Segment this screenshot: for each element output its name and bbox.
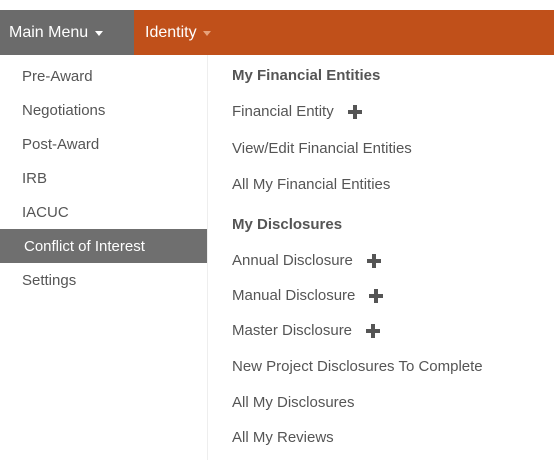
submenu-item-new-project-disclosures[interactable]: New Project Disclosures To Complete bbox=[232, 358, 483, 375]
plus-icon[interactable] bbox=[369, 288, 384, 303]
submenu-item-all-my-financial-entities[interactable]: All My Financial Entities bbox=[232, 176, 390, 193]
submenu-item-view-edit-financial-entities[interactable]: View/Edit Financial Entities bbox=[232, 140, 412, 157]
menu-item-label: IRB bbox=[22, 169, 48, 187]
plus-icon[interactable] bbox=[366, 323, 381, 338]
main-menu-label: Main Menu bbox=[9, 23, 89, 41]
submenu-item-all-my-disclosures[interactable]: All My Disclosures bbox=[232, 394, 355, 411]
submenu-item-financial-entity[interactable]: Financial Entity bbox=[232, 103, 362, 120]
submenu-item-annual-disclosure[interactable]: Annual Disclosure bbox=[232, 252, 381, 269]
chevron-down-icon bbox=[95, 31, 104, 36]
conflict-of-interest-submenu: My Financial Entities Financial Entity V… bbox=[208, 55, 554, 460]
identity-label: Identity bbox=[145, 23, 197, 41]
main-menu-dropdown: Pre-Award Negotiations Post-Award IRB IA… bbox=[0, 55, 207, 460]
submenu-item-label: Annual Disclosure bbox=[232, 252, 353, 269]
menu-item-label: Settings bbox=[22, 271, 77, 289]
submenu-item-label: Master Disclosure bbox=[232, 322, 353, 339]
submenu-item-all-my-reviews[interactable]: All My Reviews bbox=[232, 429, 334, 446]
plus-icon[interactable] bbox=[366, 253, 381, 268]
submenu-item-label: All My Reviews bbox=[232, 429, 334, 446]
submenu-item-label: Financial Entity bbox=[232, 103, 334, 120]
menu-item-negotiations[interactable]: Negotiations bbox=[0, 93, 207, 127]
menu-item-label: Post-Award bbox=[22, 135, 100, 153]
menu-item-label: Negotiations bbox=[22, 101, 106, 119]
submenu-item-label: Manual Disclosure bbox=[232, 287, 356, 304]
chevron-down-icon bbox=[202, 31, 211, 36]
menu-item-post-award[interactable]: Post-Award bbox=[0, 127, 207, 161]
menu-item-iacuc[interactable]: IACUC bbox=[0, 195, 207, 229]
menu-item-irb[interactable]: IRB bbox=[0, 161, 207, 195]
menu-item-conflict-of-interest[interactable]: Conflict of Interest bbox=[0, 229, 207, 263]
section-heading-financial-entities: My Financial Entities bbox=[232, 67, 381, 84]
submenu-item-manual-disclosure[interactable]: Manual Disclosure bbox=[232, 287, 384, 304]
menu-item-settings[interactable]: Settings bbox=[0, 263, 207, 297]
section-heading-disclosures: My Disclosures bbox=[232, 216, 343, 233]
menu-item-label: Pre-Award bbox=[22, 67, 93, 85]
submenu-item-master-disclosure[interactable]: Master Disclosure bbox=[232, 322, 381, 339]
submenu-item-label: New Project Disclosures To Complete bbox=[232, 358, 483, 375]
top-nav-bar: Main Menu Identity bbox=[0, 10, 554, 55]
menu-item-label: Conflict of Interest bbox=[24, 237, 145, 255]
plus-icon[interactable] bbox=[347, 104, 362, 119]
identity-button[interactable]: Identity bbox=[134, 10, 211, 55]
submenu-item-label: All My Financial Entities bbox=[232, 176, 391, 193]
submenu-item-label: View/Edit Financial Entities bbox=[232, 140, 412, 157]
submenu-item-label: All My Disclosures bbox=[232, 394, 355, 411]
menu-item-label: IACUC bbox=[22, 203, 69, 221]
menu-item-pre-award[interactable]: Pre-Award bbox=[0, 59, 207, 93]
main-menu-button[interactable]: Main Menu bbox=[0, 10, 134, 55]
